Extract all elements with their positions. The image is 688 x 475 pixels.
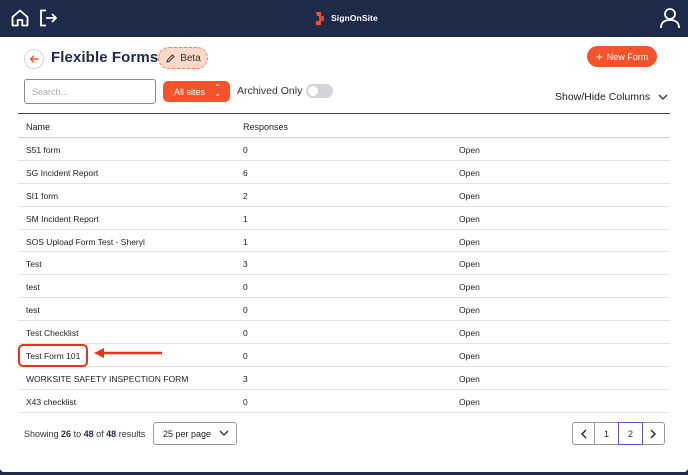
show-hide-columns-button[interactable]: Show/Hide Columns <box>555 91 668 103</box>
per-page-label: 25 per page <box>163 428 212 439</box>
open-link[interactable]: Open <box>459 305 480 315</box>
prev-page-button[interactable] <box>572 422 595 445</box>
open-link[interactable]: Open <box>459 168 480 178</box>
responses-cell: 0 <box>243 145 248 155</box>
user-icon[interactable] <box>659 7 681 29</box>
back-button[interactable] <box>24 49 44 69</box>
sites-dropdown[interactable]: All sites ⌃ ⌄ <box>163 81 230 102</box>
form-name-cell: Test Checklist <box>26 328 79 339</box>
responses-cell: 0 <box>243 305 248 316</box>
beta-badge: Beta <box>158 47 208 69</box>
form-name-cell: SOS Upload Form Test - Sheryl <box>26 236 145 247</box>
open-link[interactable]: Open <box>459 397 480 407</box>
open-link[interactable]: Open <box>459 282 480 292</box>
form-name-cell: Test <box>26 259 42 270</box>
archived-only-label: Archived Only <box>237 85 303 97</box>
table-row[interactable]: WORKSITE SAFETY INSPECTION FORM 3 Open <box>18 367 670 390</box>
open-link[interactable]: Open <box>459 259 480 269</box>
page-1-button[interactable]: 1 <box>594 422 619 445</box>
new-form-label: New Form <box>606 51 649 62</box>
total-count: 48 <box>106 429 117 439</box>
column-header-name[interactable]: Name <box>26 122 50 132</box>
top-nav-bar: SignOnSite <box>0 0 688 37</box>
home-icon[interactable] <box>10 8 30 28</box>
table-body: S51 form 0 Open SG Incident Report 6 Open SI1 … <box>18 138 670 413</box>
open-link[interactable]: Open <box>459 237 480 247</box>
chevron-left-icon <box>581 429 587 438</box>
range-end: 48 <box>83 429 94 439</box>
table-row[interactable]: SOS Upload Form Test - Sheryl 1 Open <box>18 230 670 253</box>
search-input[interactable] <box>24 79 156 104</box>
responses-cell: 0 <box>243 396 248 407</box>
to-word: to <box>73 429 82 439</box>
brand: SignOnSite <box>314 10 378 26</box>
pagination: 1 2 <box>572 422 665 445</box>
signonsite-logo-icon <box>316 11 324 25</box>
brand-name: SignOnSite <box>331 13 378 23</box>
main-panel: Flexible Forms Beta + New Form All sites… <box>0 37 688 472</box>
show-hide-columns-label: Show/Hide Columns <box>555 91 651 103</box>
chevron-right-icon <box>650 429 656 438</box>
beta-label: Beta <box>180 52 201 64</box>
annotation-highlight-box <box>18 344 88 367</box>
responses-cell: 0 <box>243 282 248 293</box>
open-link[interactable]: Open <box>459 145 480 155</box>
new-form-button[interactable]: + New Form <box>587 46 657 67</box>
page-title: Flexible Forms <box>51 49 159 66</box>
open-link[interactable]: Open <box>459 191 480 201</box>
responses-cell: 0 <box>243 351 248 362</box>
open-link[interactable]: Open <box>459 328 480 338</box>
form-name-cell: S51 form <box>26 145 61 155</box>
range-start: 26 <box>61 429 72 439</box>
form-name-cell: test <box>26 305 40 316</box>
form-name-cell: SI1 form <box>26 190 59 201</box>
table-row[interactable]: SM Incident Report 1 Open <box>18 207 670 230</box>
plus-icon: + <box>595 49 603 64</box>
logout-icon[interactable] <box>38 8 58 28</box>
sites-label: All sites <box>174 86 206 97</box>
table-row[interactable]: S51 form 0 Open <box>18 138 670 161</box>
archived-only-toggle[interactable] <box>306 84 333 98</box>
responses-cell: 3 <box>243 259 248 270</box>
form-name-cell: SG Incident Report <box>26 167 99 178</box>
page-2-button[interactable]: 2 <box>618 422 643 445</box>
responses-cell: 1 <box>243 213 248 224</box>
up-down-caret-icon: ⌃ ⌄ <box>214 83 221 98</box>
results-word: results <box>118 429 146 439</box>
of-word: of <box>96 429 104 439</box>
per-page-select[interactable]: 25 per page <box>153 422 237 445</box>
column-header-responses[interactable]: Responses <box>243 122 288 132</box>
open-link[interactable]: Open <box>459 351 480 361</box>
open-link[interactable]: Open <box>459 214 480 224</box>
table-row[interactable]: test 0 Open <box>18 275 670 299</box>
table-row[interactable]: Test Checklist 0 Open <box>18 321 670 345</box>
forms-table: Name Responses S51 form 0 Open SG Incident … <box>18 113 670 413</box>
showing-prefix: Showing <box>24 429 59 439</box>
next-page-button[interactable] <box>642 422 665 445</box>
table-row[interactable]: Test 3 Open <box>18 252 670 276</box>
table-row[interactable]: test 0 Open <box>18 298 670 322</box>
annotation-arrow-icon <box>94 348 162 358</box>
table-row[interactable]: X43 checklist 0 Open <box>18 390 670 413</box>
table-header: Name Responses <box>18 113 670 138</box>
table-row[interactable]: SI1 form 2 Open <box>18 184 670 207</box>
results-summary: Showing 26 to 48 of 48 results <box>24 429 145 439</box>
chevron-down-icon <box>219 430 229 436</box>
responses-cell: 3 <box>243 373 248 384</box>
table-row[interactable]: SG Incident Report 6 Open <box>18 161 670 184</box>
form-name-cell: WORKSITE SAFETY INSPECTION FORM <box>26 373 189 384</box>
form-name-cell: test <box>26 282 40 293</box>
chevron-down-icon <box>658 94 668 100</box>
responses-cell: 0 <box>243 328 248 339</box>
form-name-cell: X43 checklist <box>26 396 77 407</box>
responses-cell: 1 <box>243 236 248 247</box>
responses-cell: 2 <box>243 190 248 201</box>
arrow-left-icon <box>29 55 39 63</box>
pencil-icon <box>166 53 175 63</box>
open-link[interactable]: Open <box>459 374 480 384</box>
form-name-cell: SM Incident Report <box>26 213 99 224</box>
toggle-knob <box>308 86 318 96</box>
responses-cell: 6 <box>243 167 248 178</box>
